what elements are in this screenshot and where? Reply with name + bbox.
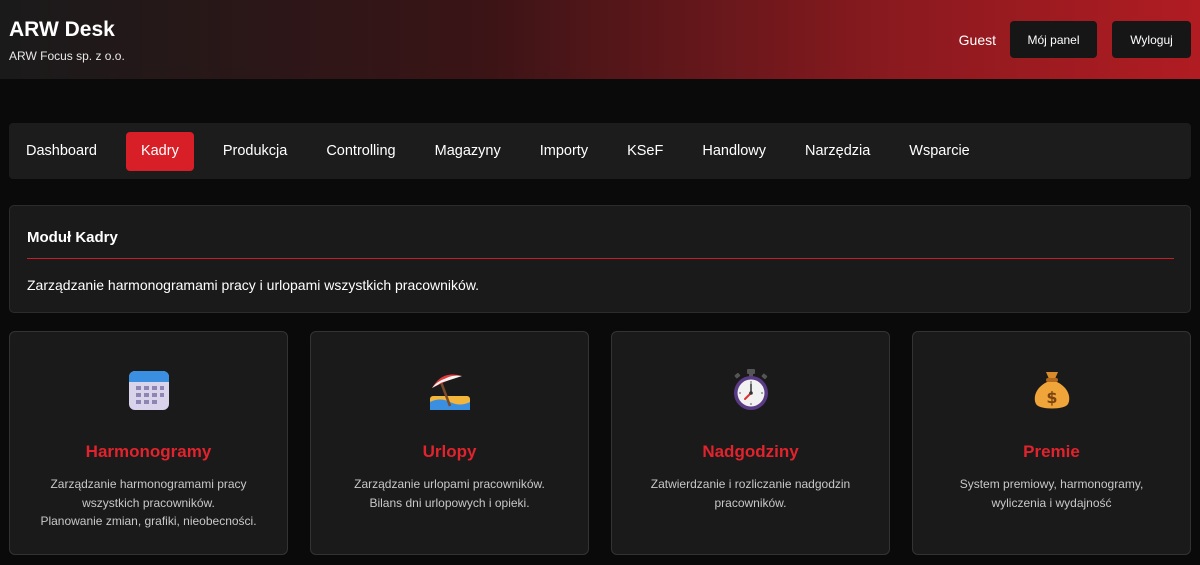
card-harmonogramy[interactable]: Harmonogramy Zarządzanie harmonogramami … <box>9 331 288 555</box>
card-description-line: Bilans dni urlopowych i opieki. <box>369 495 530 510</box>
nav-item-controlling[interactable]: Controlling <box>316 132 405 171</box>
nav-item-magazyny[interactable]: Magazyny <box>425 132 511 171</box>
logout-button[interactable]: Wyloguj <box>1112 21 1191 58</box>
nav-item-wsparcie[interactable]: Wsparcie <box>899 132 979 171</box>
card-description: System premiowy, harmonogramy, wyliczeni… <box>933 475 1170 512</box>
my-panel-button[interactable]: Mój panel <box>1010 21 1097 58</box>
stopwatch-icon <box>733 369 768 410</box>
card-nadgodziny[interactable]: Nadgodziny Zatwierdzanie i rozliczanie n… <box>611 331 890 555</box>
card-description-line: wyliczenia i wydajność <box>991 495 1112 510</box>
card-premie[interactable]: $ Premie System premiowy, harmonogramy, … <box>912 331 1191 555</box>
nav-item-produkcja[interactable]: Produkcja <box>213 132 297 171</box>
nav-item-ksef[interactable]: KSeF <box>617 132 673 171</box>
card-description-line: Planowanie zmian, grafiki, nieobecności. <box>40 514 257 528</box>
nav-item-dashboard[interactable]: Dashboard <box>16 132 107 171</box>
main-nav: Dashboard Kadry Produkcja Controlling Ma… <box>9 123 1191 179</box>
module-divider <box>27 258 1174 259</box>
calendar-icon <box>128 371 169 410</box>
card-title: Premie <box>1023 442 1080 461</box>
user-name: Guest <box>958 31 996 48</box>
nav-item-handlowy[interactable]: Handlowy <box>692 132 776 171</box>
money-bag-icon: $ <box>1034 372 1069 409</box>
card-description: Zarządzanie harmonogramami pracy wszystk… <box>30 475 267 531</box>
beach-umbrella-icon <box>429 374 470 410</box>
card-description-line: pracowników. <box>714 495 787 510</box>
module-panel: Moduł Kadry Zarządzanie harmonogramami p… <box>9 205 1191 313</box>
card-description-line: wszystkich pracowników. <box>82 495 215 510</box>
nav-item-narzedzia[interactable]: Narzędzia <box>795 132 880 171</box>
svg-text:$: $ <box>1046 388 1057 407</box>
card-description-line: Zarządzanie harmonogramami pracy <box>50 477 247 491</box>
card-description-line: Zatwierdzanie i rozliczanie nadgodzin <box>650 477 851 491</box>
nav-item-kadry[interactable]: Kadry <box>125 131 194 171</box>
company-name: ARW Focus sp. z o.o. <box>9 49 125 63</box>
card-description: Zarządzanie urlopami pracowników. Bilans… <box>331 475 568 512</box>
app-header: ARW Desk ARW Focus sp. z o.o. Guest Mój … <box>0 0 1200 79</box>
nav-item-importy[interactable]: Importy <box>530 132 598 171</box>
header-actions: Guest Mój panel Wyloguj <box>959 21 1191 58</box>
card-title: Harmonogramy <box>85 442 212 461</box>
card-urlopy[interactable]: Urlopy Zarządzanie urlopami pracowników.… <box>310 331 589 555</box>
card-description: Zatwierdzanie i rozliczanie nadgodzin pr… <box>632 475 869 512</box>
module-description: Zarządzanie harmonogramami pracy i urlop… <box>27 277 480 293</box>
app-title: ARW Desk <box>9 18 115 41</box>
card-description-line: Zarządzanie urlopami pracowników. <box>354 477 545 491</box>
card-title: Nadgodziny <box>702 442 799 461</box>
card-description-line: System premiowy, harmonogramy, <box>959 477 1144 491</box>
module-title: Moduł Kadry <box>27 229 118 246</box>
card-title: Urlopy <box>422 442 477 461</box>
